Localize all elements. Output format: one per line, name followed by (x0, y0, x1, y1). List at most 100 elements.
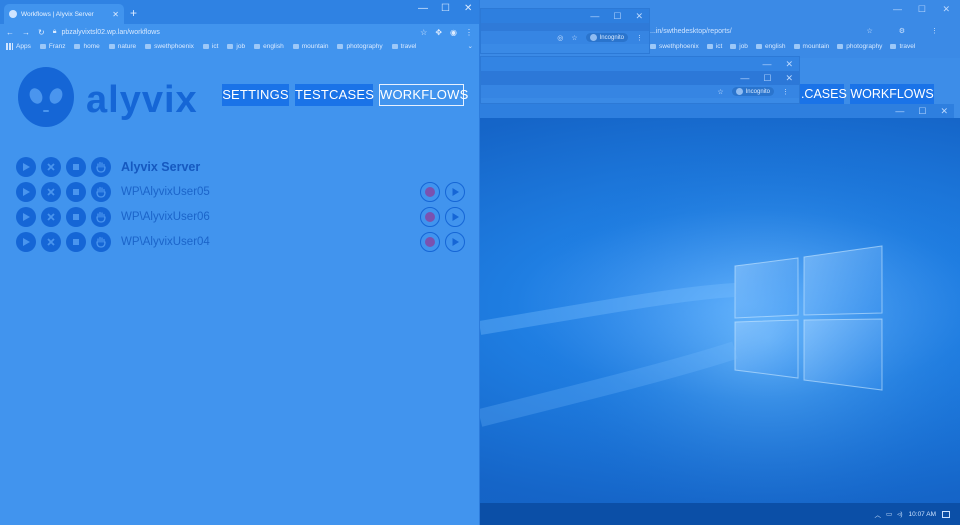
settings-button[interactable]: SETTINGS (222, 84, 289, 106)
minimize-icon[interactable]: — (762, 57, 771, 71)
play-icon (452, 238, 459, 246)
bookmark-item[interactable]: mountain (793, 43, 829, 50)
close-window-icon[interactable]: ✕ (464, 3, 472, 14)
star-icon[interactable]: ☆ (420, 28, 427, 37)
abort-button[interactable] (41, 232, 61, 252)
close-icon[interactable]: ✕ (785, 57, 793, 71)
record-button[interactable] (420, 207, 440, 227)
stop-button[interactable] (66, 182, 86, 202)
abort-button[interactable] (41, 182, 61, 202)
record-icon (425, 237, 435, 247)
bookmark-item[interactable]: job (227, 43, 245, 50)
bookmark-apps[interactable]: Apps (6, 42, 31, 50)
reload-icon[interactable]: ↻ (38, 28, 45, 37)
close-tab-icon[interactable]: ✕ (112, 10, 119, 19)
menu-icon[interactable]: ⋮ (465, 28, 473, 37)
run-button[interactable] (445, 182, 465, 202)
forward-icon[interactable]: → (22, 28, 30, 37)
tab-workflows[interactable]: Workflows | Alyvix Server ✕ (4, 4, 124, 24)
record-button[interactable] (420, 182, 440, 202)
bookmark-item[interactable]: Franz (39, 43, 65, 50)
bookmark-item[interactable]: swethphoenix (650, 43, 699, 50)
background-testcases-button[interactable]: ...CASES (794, 84, 847, 104)
network-icon[interactable]: ▭ (886, 510, 892, 518)
stop-button[interactable] (66, 232, 86, 252)
record-icon (425, 187, 435, 197)
minimize-icon[interactable]: — (893, 2, 902, 16)
record-icon (425, 212, 435, 222)
volume-icon[interactable]: ◃) (897, 510, 902, 518)
alien-head-icon (18, 67, 74, 127)
folder-icon (650, 43, 656, 49)
stop-button[interactable] (66, 207, 86, 227)
play-button[interactable] (16, 157, 36, 177)
abort-button[interactable] (41, 207, 61, 227)
hand-icon (96, 211, 106, 223)
incognito-badge[interactable]: Incognito (731, 87, 774, 96)
bookmark-item[interactable]: nature (108, 43, 136, 50)
chevron-down-icon[interactable]: ⌄ (468, 42, 473, 50)
hand-button[interactable] (91, 182, 111, 202)
system-tray[interactable]: ︿ ▭ ◃) (874, 509, 902, 519)
bookmark-item[interactable]: ict (202, 43, 218, 50)
minimize-icon[interactable]: — (590, 9, 599, 23)
bookmark-item[interactable]: travel (391, 43, 417, 50)
star-icon[interactable]: ☆ (717, 88, 723, 96)
folder-icon (227, 43, 234, 49)
stop-button[interactable] (66, 157, 86, 177)
maximize-icon[interactable]: ☐ (613, 9, 621, 23)
apps-grid-icon (6, 42, 13, 50)
bookmark-item[interactable]: job (730, 43, 748, 50)
folder-icon (890, 43, 897, 49)
bookmark-item[interactable]: travel (890, 43, 915, 50)
bookmark-item[interactable]: photography (837, 43, 882, 50)
maximize-icon[interactable]: ☐ (441, 3, 450, 14)
play-button[interactable] (16, 182, 36, 202)
notifications-icon[interactable] (942, 510, 950, 518)
minimize-icon[interactable]: — (418, 3, 428, 14)
hand-button[interactable] (91, 207, 111, 227)
bookmark-item[interactable]: home (74, 43, 100, 50)
minimize-icon[interactable]: — (895, 104, 904, 118)
toolbar-icons: ☆ ⚙ ⋮ (866, 28, 950, 35)
incognito-badge[interactable]: Incognito (585, 33, 628, 42)
play-button[interactable] (16, 232, 36, 252)
minimize-icon[interactable]: — (740, 71, 749, 85)
eye-off-icon[interactable]: ◎ (557, 34, 563, 42)
extensions-icon[interactable]: ✥ (435, 28, 442, 37)
play-button[interactable] (16, 207, 36, 227)
back-icon[interactable]: ← (6, 28, 14, 37)
workflow-row: WP\AlyvixUser04 (16, 232, 210, 252)
close-icon[interactable]: ✕ (635, 9, 643, 23)
menu-icon[interactable]: ⋮ (782, 88, 789, 96)
close-icon[interactable]: ✕ (785, 71, 793, 85)
hand-icon (96, 186, 106, 198)
workflows-button[interactable]: WORKFLOWS (379, 84, 468, 106)
abort-button[interactable] (41, 157, 61, 177)
new-tab-icon[interactable]: + (130, 6, 137, 20)
chevron-up-icon[interactable]: ︿ (874, 509, 881, 519)
clock[interactable]: 10:07 AM (909, 511, 936, 518)
bookmark-item[interactable]: english (254, 43, 284, 50)
star-icon[interactable]: ☆ (571, 34, 577, 42)
testcases-button[interactable]: TESTCASES (295, 84, 374, 106)
hand-button[interactable] (91, 232, 111, 252)
hand-button[interactable] (91, 157, 111, 177)
bookmark-item[interactable]: ict (706, 43, 722, 50)
run-button[interactable] (445, 207, 465, 227)
bookmark-item[interactable]: swethphoenix (145, 43, 194, 50)
menu-icon[interactable]: ⋮ (636, 34, 643, 42)
address-bar[interactable]: 🔒︎ pbzalyvixtsl02.wp.lan/workflows (53, 28, 412, 36)
close-icon[interactable]: ✕ (940, 104, 948, 118)
run-button[interactable] (445, 232, 465, 252)
bookmark-item[interactable]: english (755, 43, 786, 50)
maximize-icon[interactable]: ☐ (763, 71, 771, 85)
background-workflows-button[interactable]: WORKFLOWS (850, 84, 934, 104)
maximize-icon[interactable]: ☐ (918, 2, 926, 16)
profile-icon[interactable]: ◉ (450, 28, 457, 37)
record-button[interactable] (420, 232, 440, 252)
close-icon[interactable]: ✕ (942, 2, 950, 16)
bookmark-item[interactable]: mountain (292, 43, 328, 50)
bookmark-item[interactable]: photography (337, 43, 383, 50)
maximize-icon[interactable]: ☐ (918, 104, 926, 118)
